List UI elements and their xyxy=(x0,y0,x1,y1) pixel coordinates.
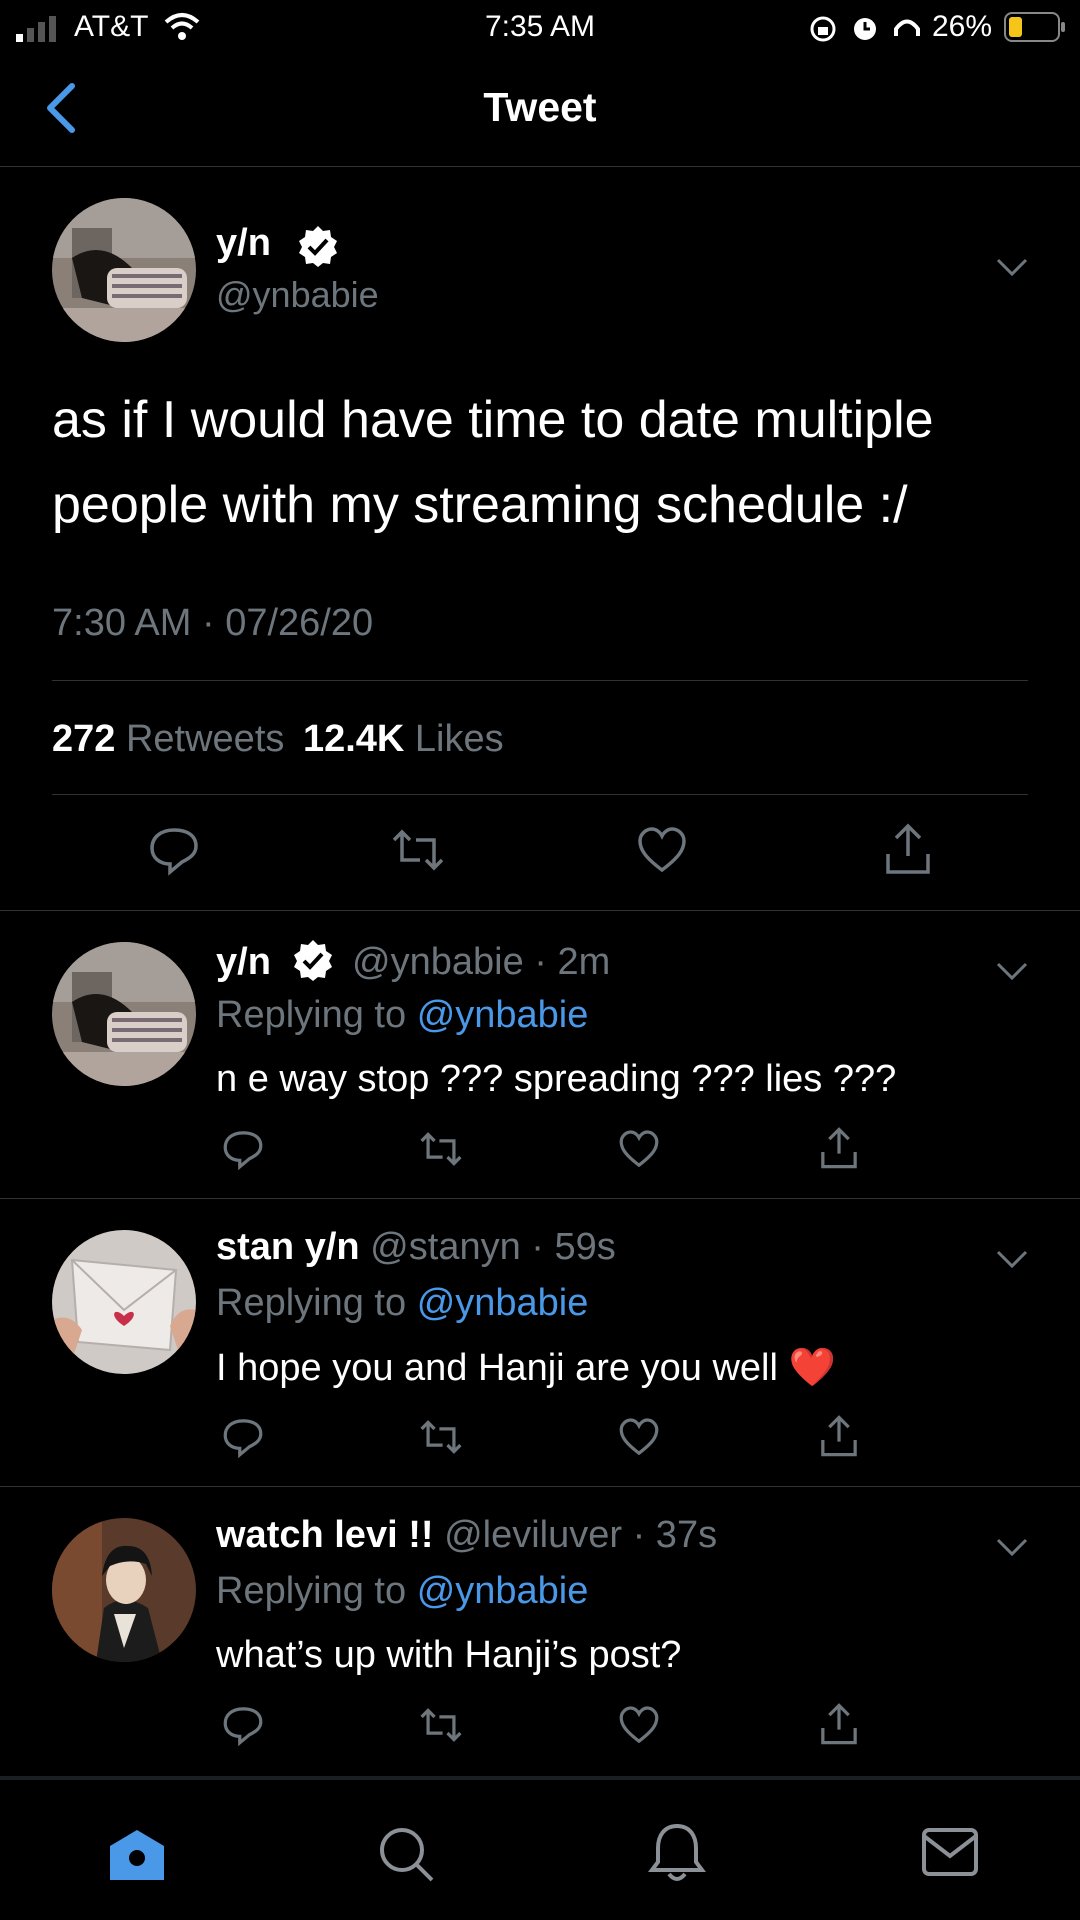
avatar[interactable] xyxy=(52,942,196,1086)
chevron-down-icon[interactable] xyxy=(994,256,1030,280)
tab-messages[interactable] xyxy=(922,1828,978,1878)
author-name[interactable]: stan y/n xyxy=(216,1226,360,1268)
headphones-icon xyxy=(894,19,920,36)
rotation-lock-icon xyxy=(810,16,836,42)
author-handle[interactable]: @stanyn xyxy=(370,1226,521,1268)
share-icon xyxy=(821,1127,857,1169)
author-name[interactable]: y/n xyxy=(216,222,271,265)
heart-icon xyxy=(619,1418,659,1456)
chevron-down-icon[interactable] xyxy=(994,1536,1030,1560)
reply-header: stan y/n @stanyn · 59s xyxy=(216,1226,616,1269)
like-button[interactable] xyxy=(618,1704,660,1746)
home-icon xyxy=(110,1830,164,1880)
retweets-stat[interactable]: 272 Retweets xyxy=(52,718,295,760)
replying-to: Replying to @ynbabie xyxy=(216,1282,589,1324)
notifications-icon xyxy=(648,1823,706,1881)
replying-to: Replying to @ynbabie xyxy=(216,1570,589,1612)
reply-button[interactable] xyxy=(222,1416,264,1458)
retweet-button[interactable] xyxy=(390,824,446,876)
reply-header: y/n @ynbabie · 2m xyxy=(216,938,610,984)
reply-time: · 59s xyxy=(531,1226,616,1268)
author-name[interactable]: y/n xyxy=(216,941,271,983)
reply-button[interactable] xyxy=(222,1704,264,1746)
author-handle[interactable]: @ynbabie xyxy=(352,941,524,983)
reply-text: what’s up with Hanji’s post? xyxy=(216,1634,682,1676)
heart-icon xyxy=(619,1706,659,1744)
reply-header: watch levi !! @leviluver · 37s xyxy=(216,1514,717,1557)
likes-stat[interactable]: 12.4K Likes xyxy=(303,718,504,760)
divider xyxy=(52,680,1028,681)
divider xyxy=(52,794,1028,795)
status-bar: AT&T 7:35 AM 26% xyxy=(0,0,1080,56)
avatar[interactable] xyxy=(52,1230,196,1374)
tweet-timestamp: 7:30 AM · 07/26/20 xyxy=(52,602,374,644)
share-button[interactable] xyxy=(818,1126,860,1170)
share-button[interactable] xyxy=(818,1702,860,1746)
verified-badge-icon xyxy=(294,940,333,981)
tweet-text: as if I would have time to date multiple… xyxy=(52,391,934,534)
verified-badge-icon xyxy=(299,226,337,267)
reply-icon xyxy=(223,1131,263,1170)
engagement-stats: 272 Retweets 12.4K Likes xyxy=(52,718,504,761)
reply-button[interactable] xyxy=(222,1128,264,1170)
mention-link[interactable]: @ynbabie xyxy=(417,1282,589,1324)
retweet-button[interactable] xyxy=(418,1416,464,1458)
like-button[interactable] xyxy=(636,824,688,876)
retweet-button[interactable] xyxy=(418,1704,464,1746)
messages-icon xyxy=(922,1828,978,1876)
reply-text: n e way stop ??? spreading ??? lies ??? xyxy=(216,1058,897,1100)
like-button[interactable] xyxy=(618,1416,660,1458)
battery-icon xyxy=(1004,12,1065,42)
tab-home[interactable] xyxy=(106,1826,168,1882)
reply-item[interactable]: watch levi !! @leviluver · 37s Replying … xyxy=(0,1486,1080,1776)
avatar[interactable] xyxy=(52,198,196,342)
retweet-button[interactable] xyxy=(418,1128,464,1170)
header-divider xyxy=(0,166,1080,167)
author-handle[interactable]: @leviluver xyxy=(444,1514,622,1556)
author-handle[interactable]: @ynbabie xyxy=(216,274,379,316)
like-button[interactable] xyxy=(618,1128,660,1170)
reply-text: I hope you and Hanji are you well ❤️ xyxy=(216,1347,836,1389)
share-button[interactable] xyxy=(882,822,934,876)
chevron-down-icon[interactable] xyxy=(994,960,1030,984)
reply-time: · 2m xyxy=(534,941,611,983)
avatar[interactable] xyxy=(52,1518,196,1662)
reply-item[interactable]: stan y/n @stanyn · 59s Replying to @ynba… xyxy=(0,1198,1080,1486)
retweet-icon xyxy=(392,829,444,871)
reply-button[interactable] xyxy=(148,824,200,876)
share-icon xyxy=(821,1415,857,1457)
reply-icon xyxy=(223,1419,263,1458)
reply-icon xyxy=(150,828,198,876)
tab-bar xyxy=(0,1780,1080,1920)
tab-search[interactable] xyxy=(376,1824,436,1884)
heart-icon xyxy=(619,1130,659,1168)
share-icon xyxy=(821,1703,857,1745)
mention-link[interactable]: @ynbabie xyxy=(417,994,589,1036)
heart-icon xyxy=(638,827,686,873)
retweet-icon xyxy=(420,1708,462,1742)
chevron-down-icon[interactable] xyxy=(994,1248,1030,1272)
replying-to: Replying to @ynbabie xyxy=(216,994,589,1036)
page-title: Tweet xyxy=(483,84,597,130)
retweet-icon xyxy=(420,1132,462,1166)
share-button[interactable] xyxy=(818,1414,860,1458)
reply-time: · 37s xyxy=(632,1514,718,1556)
share-icon xyxy=(886,823,930,874)
reply-item[interactable]: y/n @ynbabie · 2m Replying to @ynbabie n… xyxy=(0,910,1080,1198)
alarm-icon xyxy=(854,18,876,40)
tab-notifications[interactable] xyxy=(648,1822,706,1884)
battery-percent: 26% xyxy=(932,10,993,43)
search-icon xyxy=(380,1828,434,1882)
reply-icon xyxy=(223,1707,263,1746)
mention-link[interactable]: @ynbabie xyxy=(417,1570,589,1612)
retweet-icon xyxy=(420,1420,462,1454)
author-name[interactable]: watch levi !! xyxy=(216,1514,434,1556)
